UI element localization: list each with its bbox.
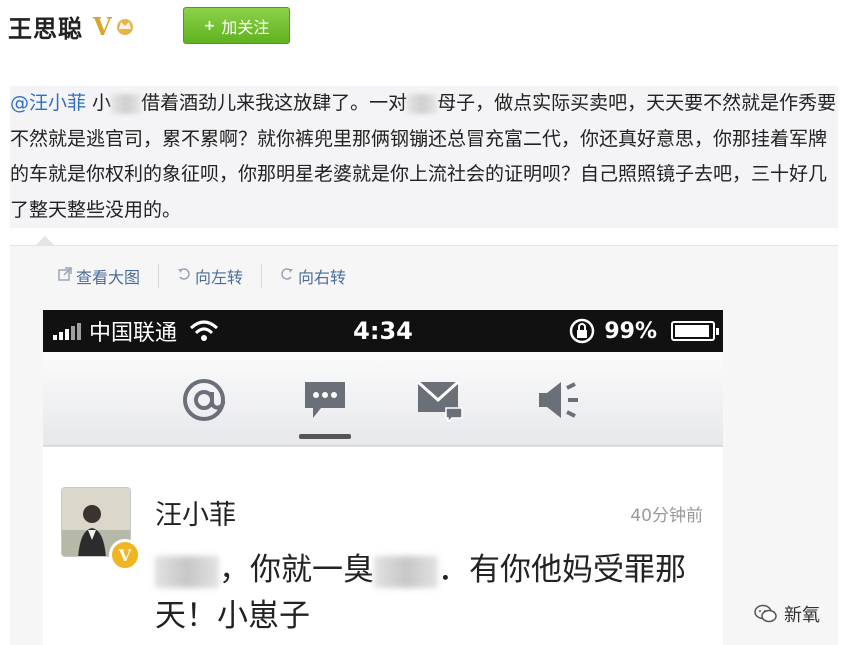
wechat-icon [754, 604, 778, 624]
rotate-left-button[interactable]: 向左转 [177, 264, 263, 288]
rotate-right-label: 向右转 [298, 268, 347, 287]
redaction-blur [111, 93, 142, 114]
follow-button[interactable]: + 加关注 [183, 7, 290, 44]
follow-label: 加关注 [221, 17, 270, 37]
tab-bar [43, 352, 723, 446]
comment-item[interactable]: V 汪小菲 40分钟前 ，你就一臭 ．有你他妈受罪那天！小崽子 [43, 446, 723, 645]
speaker-icon[interactable] [535, 378, 583, 422]
battery-percent: 99% [604, 318, 657, 344]
rotate-left-label: 向左转 [195, 268, 244, 287]
post-text: @汪小菲 小借着酒劲儿来我这放肆了。一对 母子，做点实际买卖吧，天天要不然就是作秀… [10, 86, 838, 228]
card-caret [36, 236, 54, 245]
comment-author[interactable]: 汪小菲 [155, 493, 236, 532]
crown-icon [114, 16, 136, 36]
watermark: 新氧 [754, 601, 820, 627]
phone-screenshot[interactable]: 中国联通 4:34 99% V 汪小菲 40分钟前 ，你就一臭 ．有你他妈受罪那… [43, 310, 723, 645]
verified-icon: V [93, 11, 112, 41]
view-large-button[interactable]: 查看大图 [58, 264, 160, 288]
external-link-icon [58, 267, 72, 285]
at-icon[interactable] [180, 378, 228, 422]
comment-body: ，你就一臭 ．有你他妈受罪那天！小崽子 [155, 547, 705, 639]
redaction-blur [374, 555, 438, 588]
post-text-part-2: 借着酒劲儿来我这放肆了。一对 [141, 92, 408, 114]
verified-badge-icon: V [109, 539, 141, 571]
status-bar: 中国联通 4:34 99% [43, 310, 723, 352]
battery-area: 99% [568, 310, 719, 352]
comment-body-part-1: ，你就一臭 [219, 552, 374, 588]
rotation-lock-icon [568, 317, 596, 345]
view-large-label: 查看大图 [76, 268, 141, 287]
comment-icon[interactable] [301, 378, 349, 422]
rotate-left-icon [177, 267, 191, 285]
mention-link[interactable]: @汪小菲 [10, 92, 86, 114]
user-name[interactable]: 王思聪 [8, 9, 83, 44]
redaction-blur [407, 93, 438, 114]
rotate-right-button[interactable]: 向右转 [280, 264, 364, 288]
battery-icon [671, 321, 719, 341]
profile-header: 王思聪 V [8, 6, 136, 46]
redaction-blur [155, 555, 219, 588]
rotate-right-icon [280, 267, 294, 285]
watermark-text: 新氧 [784, 605, 820, 626]
comment-time: 40分钟前 [630, 506, 703, 526]
post-text-part-1: 小 [86, 92, 112, 114]
active-tab-indicator [299, 434, 351, 439]
mail-icon[interactable] [416, 378, 464, 422]
plus-icon: + [203, 17, 216, 34]
image-toolbar: 查看大图 向左转 向右转 [58, 264, 382, 288]
